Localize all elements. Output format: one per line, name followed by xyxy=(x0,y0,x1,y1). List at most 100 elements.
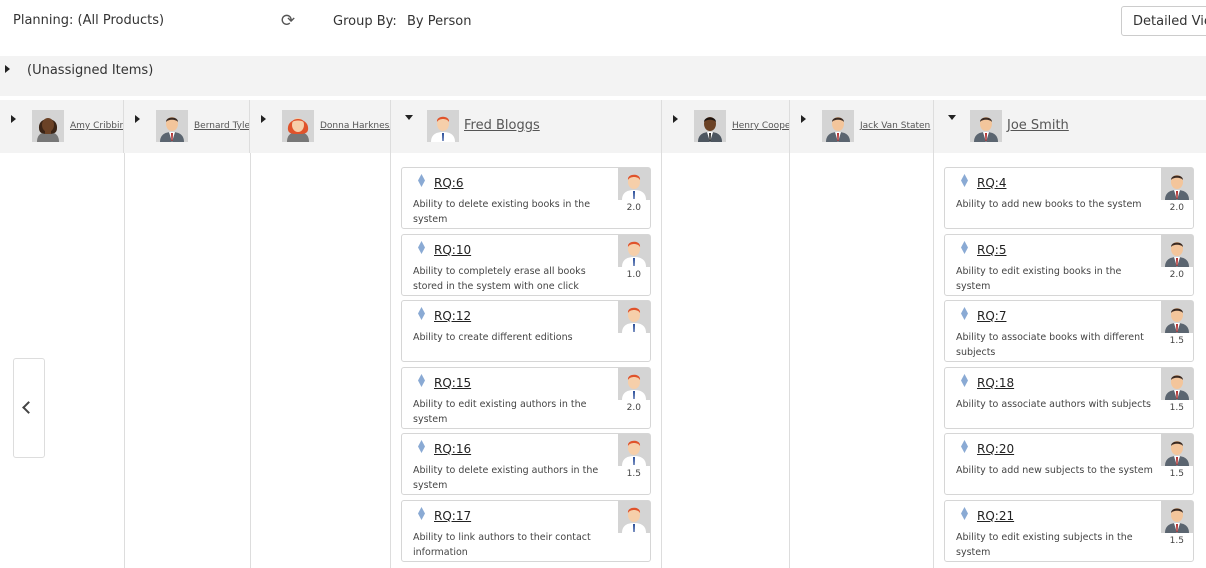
requirement-card[interactable]: RQ:5 Ability to edit existing books in t… xyxy=(944,234,1194,296)
requirement-diamond-icon xyxy=(418,374,425,387)
estimate-value: 2.0 xyxy=(1169,203,1184,213)
owner-avatar-icon xyxy=(618,368,650,400)
owner-avatar-icon xyxy=(618,501,650,533)
requirement-id-link[interactable]: RQ:5 xyxy=(977,243,1006,257)
expand-person-toggle[interactable] xyxy=(11,115,16,123)
expand-person-toggle[interactable] xyxy=(135,115,140,123)
owner-avatar-icon xyxy=(618,235,650,267)
estimate-value: 1.5 xyxy=(1169,336,1184,346)
person-column-henry: Henry Cooper xyxy=(662,100,790,153)
owner-avatar-icon xyxy=(1161,168,1193,200)
requirement-card[interactable]: RQ:21 Ability to edit existing subjects … xyxy=(944,500,1194,562)
requirement-card[interactable]: RQ:17 Ability to link authors to their c… xyxy=(401,500,651,562)
estimate-value: 1.5 xyxy=(1169,469,1184,479)
requirement-description: Ability to associate books with differen… xyxy=(956,332,1144,358)
requirement-id-link[interactable]: RQ:4 xyxy=(977,176,1006,190)
requirement-id-link[interactable]: RQ:21 xyxy=(977,509,1014,523)
unassigned-items-label: (Unassigned Items) xyxy=(27,63,154,78)
person-name-link[interactable]: Joe Smith xyxy=(1007,118,1069,133)
person-header-row: Amy Cribbins Bernard Tyler Donna Harknes… xyxy=(0,100,1206,153)
requirement-id-link[interactable]: RQ:16 xyxy=(434,442,471,456)
expand-person-toggle[interactable] xyxy=(673,115,678,123)
estimate-value: 1.5 xyxy=(1169,536,1184,546)
person-column-joe: Joe Smith xyxy=(934,100,1206,153)
requirement-diamond-icon xyxy=(961,374,968,387)
side-panel-toggle-button[interactable] xyxy=(13,358,45,458)
requirement-diamond-icon xyxy=(961,241,968,254)
estimate-value: 2.0 xyxy=(626,403,641,413)
male-dark-avatar-icon xyxy=(822,110,854,142)
requirement-card[interactable]: RQ:6 Ability to delete existing books in… xyxy=(401,167,651,229)
expand-person-toggle[interactable] xyxy=(801,115,806,123)
requirement-description: Ability to edit existing authors in the … xyxy=(413,399,587,425)
requirement-diamond-icon xyxy=(961,307,968,320)
estimate-value: 2.0 xyxy=(626,203,641,213)
person-name-link[interactable]: Bernard Tyler xyxy=(194,121,249,131)
requirement-card[interactable]: RQ:7 Ability to associate books with dif… xyxy=(944,300,1194,362)
person-name-link[interactable]: Henry Cooper xyxy=(732,121,789,131)
requirement-id-link[interactable]: RQ:12 xyxy=(434,309,471,323)
person-column-jack: Jack Van Staten xyxy=(790,100,934,153)
requirement-card[interactable]: RQ:18 Ability to associate authors with … xyxy=(944,367,1194,429)
requirement-diamond-icon xyxy=(418,440,425,453)
requirement-card[interactable]: RQ:10 Ability to completely erase all bo… xyxy=(401,234,651,296)
requirement-diamond-icon xyxy=(418,174,425,187)
person-body-jack xyxy=(790,153,934,568)
collapse-person-toggle[interactable] xyxy=(405,115,413,120)
owner-avatar-icon xyxy=(1161,301,1193,333)
planning-title: Planning: (All Products) xyxy=(13,13,165,28)
owner-avatar-icon xyxy=(1161,501,1193,533)
estimate-value: 1.5 xyxy=(626,469,641,479)
requirement-id-link[interactable]: RQ:15 xyxy=(434,376,471,390)
expand-unassigned-toggle[interactable] xyxy=(5,65,10,73)
requirement-id-link[interactable]: RQ:18 xyxy=(977,376,1014,390)
owner-avatar-icon xyxy=(1161,434,1193,466)
requirement-id-link[interactable]: RQ:7 xyxy=(977,309,1006,323)
requirement-description: Ability to edit existing subjects in the… xyxy=(956,532,1133,558)
female-dark-avatar-icon xyxy=(32,110,64,142)
planning-toolbar: Planning: (All Products) ⟳ Group By: By … xyxy=(0,0,1206,56)
person-name-link[interactable]: Jack Van Staten xyxy=(860,121,930,131)
requirement-id-link[interactable]: RQ:10 xyxy=(434,243,471,257)
person-name-link[interactable]: Amy Cribbins xyxy=(70,121,123,131)
requirement-diamond-icon xyxy=(418,507,425,520)
requirement-card[interactable]: RQ:12 Ability to create different editio… xyxy=(401,300,651,362)
chevron-left-icon xyxy=(22,401,35,414)
person-name-link[interactable]: Fred Bloggs xyxy=(464,118,540,133)
requirement-description: Ability to create different editions xyxy=(413,332,573,343)
person-name-link[interactable]: Donna Harkness xyxy=(320,121,390,131)
expand-person-toggle[interactable] xyxy=(261,115,266,123)
estimate-value: 1.5 xyxy=(1169,403,1184,413)
requirement-diamond-icon xyxy=(961,174,968,187)
view-mode-button[interactable]: Detailed View xyxy=(1121,6,1206,36)
requirement-card[interactable]: RQ:15 Ability to edit existing authors i… xyxy=(401,367,651,429)
collapse-person-toggle[interactable] xyxy=(948,115,956,120)
person-body-henry xyxy=(662,153,790,568)
requirement-id-link[interactable]: RQ:6 xyxy=(434,176,463,190)
owner-avatar-icon xyxy=(1161,235,1193,267)
requirement-description: Ability to edit existing books in the sy… xyxy=(956,266,1122,292)
requirement-description: Ability to link authors to their contact… xyxy=(413,532,591,558)
requirement-id-link[interactable]: RQ:20 xyxy=(977,442,1014,456)
male-brown-avatar-icon xyxy=(694,110,726,142)
person-column-bernard: Bernard Tyler xyxy=(124,100,250,153)
person-body-bernard xyxy=(125,153,251,568)
refresh-icon[interactable]: ⟳ xyxy=(279,12,297,30)
male-dark-avatar-icon xyxy=(156,110,188,142)
requirement-id-link[interactable]: RQ:17 xyxy=(434,509,471,523)
owner-avatar-icon xyxy=(618,168,650,200)
requirement-diamond-icon xyxy=(418,241,425,254)
male-dark-avatar-icon xyxy=(970,110,1002,142)
group-by-dropdown[interactable]: By Person xyxy=(407,14,471,29)
requirement-card[interactable]: RQ:20 Ability to add new subjects to the… xyxy=(944,433,1194,495)
requirement-card[interactable]: RQ:16 Ability to delete existing authors… xyxy=(401,433,651,495)
requirement-diamond-icon xyxy=(961,507,968,520)
requirement-description: Ability to add new books to the system xyxy=(956,199,1142,210)
requirement-description: Ability to associate authors with subjec… xyxy=(956,399,1152,410)
requirement-description: Ability to delete existing authors in th… xyxy=(413,465,599,491)
owner-avatar-icon xyxy=(1161,368,1193,400)
requirement-card[interactable]: RQ:4 Ability to add new books to the sys… xyxy=(944,167,1194,229)
owner-avatar-icon xyxy=(618,434,650,466)
requirement-description: Ability to completely erase all books st… xyxy=(413,266,586,292)
person-body-donna xyxy=(251,153,391,568)
